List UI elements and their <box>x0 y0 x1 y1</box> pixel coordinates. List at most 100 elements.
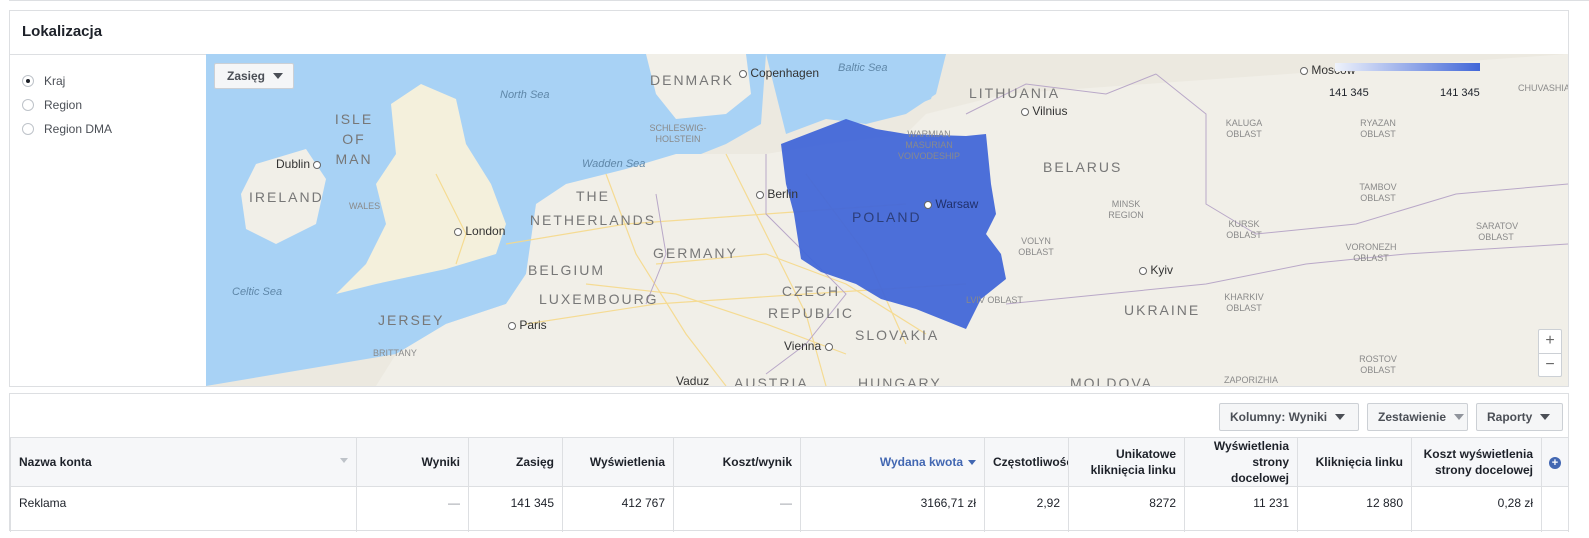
map-label-region: MINSK REGION <box>1108 199 1144 220</box>
map-label-country: IRELAND <box>249 189 324 205</box>
map-label-country: LITHUANIA <box>969 85 1061 101</box>
column-header-link-clicks[interactable]: Kliknięcia linku <box>1297 437 1412 487</box>
map-label-region: LVIV OBLAST <box>966 295 1023 305</box>
cell-unique-link-clicks: 8272 <box>1068 486 1185 532</box>
table-row[interactable]: Reklama — 141 345 412 767 — 3166,71 zł 2… <box>10 486 1569 532</box>
map-label-region: BRITTANY <box>373 348 417 358</box>
map-label-country: GERMANY <box>653 245 738 261</box>
map-label-country: UKRAINE <box>1124 302 1201 318</box>
table-header-row: Nazwa konta Wyniki Zasięg Wyświetlenia K… <box>10 437 1569 487</box>
cell-cost-per-result: — <box>673 486 801 532</box>
map-label-country: THE NETHERLANDS <box>529 188 657 228</box>
columns-dropdown-label: Kolumny: Wyniki <box>1230 410 1328 424</box>
radio-selected-icon <box>22 75 34 87</box>
radio-unselected-icon <box>22 99 34 111</box>
map-label-region: TAMBOV OBLAST <box>1359 182 1397 203</box>
map-label-city: London <box>454 224 505 238</box>
cell-landing-page-views: 11 231 <box>1184 486 1298 532</box>
map-label-country: JERSEY <box>378 312 445 328</box>
cell-empty <box>1541 486 1569 532</box>
radio-unselected-icon <box>22 123 34 135</box>
cell-reach: 141 345 <box>468 486 563 532</box>
map-label-region: ROSTOV OBLAST <box>1359 354 1397 375</box>
reports-dropdown[interactable]: Raporty <box>1476 403 1563 431</box>
map-label-region: VORONEZH OBLAST <box>1345 242 1397 263</box>
legend-min-value: 141 345 <box>1329 87 1369 99</box>
column-header-landing-page-views[interactable]: Wyświetlenia strony docelowej <box>1184 437 1298 487</box>
column-header-amount-spent[interactable]: Wydana kwota <box>800 437 985 487</box>
map-label-country: ISLE OF MAN <box>334 111 374 167</box>
breakdown-dropdown-label: Zestawienie <box>1378 410 1447 424</box>
map-label-region: WARMIAN MASURIAN VOIVODESHIP <box>897 129 960 161</box>
map-label-country: CZECH REPUBLIC <box>767 283 855 321</box>
map-label-region: SCHLESWIG-HOLSTEIN <box>649 123 707 144</box>
column-header-results[interactable]: Wyniki <box>356 437 469 487</box>
map-label-city: Paris <box>508 318 547 332</box>
radio-region[interactable]: Region <box>22 93 112 117</box>
map-label-country: POLAND <box>852 209 922 225</box>
cell-amount-spent: 3166,71 zł <box>800 486 985 532</box>
map-label-city: Vaduz <box>676 374 710 386</box>
map-label-region: ZAPORIZHIA <box>1224 375 1279 385</box>
map-label-sea: North Sea <box>500 89 550 101</box>
column-header-cost-per-landing-page-view[interactable]: Koszt wyświetlenia strony docelowej <box>1411 437 1542 487</box>
radio-label: Region <box>44 98 83 112</box>
cell-cost-per-landing-page-view: 0,28 zł <box>1411 486 1542 532</box>
columns-dropdown[interactable]: Kolumny: Wyniki <box>1219 403 1359 431</box>
map-label-region: SARATOV OBLAST <box>1476 221 1519 242</box>
map-label-country: HUNGARY <box>858 375 942 386</box>
column-header-frequency[interactable]: Częstotliwość <box>984 437 1069 487</box>
map-label-region: WALES <box>349 201 381 211</box>
map-label-region: VOLYN OBLAST <box>1018 236 1054 257</box>
column-header-impressions[interactable]: Wyświetlenia <box>562 437 674 487</box>
zoom-in-button[interactable]: + <box>1539 330 1561 354</box>
map-label-country: DENMARK <box>650 72 735 88</box>
results-table-panel: Kolumny: Wyniki Zestawienie Raporty Nazw… <box>9 393 1569 532</box>
column-header-account-name[interactable]: Nazwa konta <box>10 437 357 487</box>
location-panel: Lokalizacja Kraj Region Region DMA DENMA… <box>9 10 1569 387</box>
map-label-country: AUSTRIA <box>734 375 809 386</box>
map-label-region: CHUVASHIA <box>1518 83 1568 93</box>
map-label-country: LUXEMBOURG <box>539 291 659 307</box>
map-label-country: MOLDOVA <box>1070 375 1153 386</box>
cell-frequency: 2,92 <box>984 486 1069 532</box>
chevron-down-icon <box>1335 414 1346 420</box>
zoom-out-button[interactable]: − <box>1539 354 1561 377</box>
sort-icon <box>340 458 348 463</box>
chevron-down-icon <box>1454 414 1465 420</box>
cell-link-clicks: 12 880 <box>1297 486 1412 532</box>
legend-max-value: 141 345 <box>1440 87 1480 99</box>
column-header-cost-per-result[interactable]: Koszt/wynik <box>673 437 801 487</box>
map-label-sea: Celtic Sea <box>232 286 283 298</box>
location-type-radio-group: Kraj Region Region DMA <box>22 69 112 141</box>
cell-impressions: 412 767 <box>562 486 674 532</box>
radio-label: Region DMA <box>44 122 113 136</box>
map-label-country: BELGIUM <box>528 262 606 278</box>
chevron-down-icon <box>1540 414 1551 420</box>
radio-dma-region[interactable]: Region DMA <box>22 117 112 141</box>
breakdown-dropdown[interactable]: Zestawienie <box>1367 403 1468 431</box>
radio-label: Kraj <box>44 74 66 88</box>
map-label-country: SLOVAKIA <box>855 327 940 343</box>
map-label-region: KALUGA OBLAST <box>1225 118 1263 139</box>
metric-dropdown-label: Zasięg <box>227 69 266 83</box>
cell-results: — <box>356 486 469 532</box>
column-header-reach[interactable]: Zasięg <box>468 437 563 487</box>
column-header-unique-link-clicks[interactable]: Unikatowe kliknięcia linku <box>1068 437 1185 487</box>
map-label-city: Copenhagen <box>739 66 819 80</box>
map-label-city: Berlin <box>756 187 798 201</box>
map-label-sea: Baltic Sea <box>838 62 888 74</box>
radio-country[interactable]: Kraj <box>22 69 112 93</box>
plus-circle-icon: + <box>1549 457 1561 469</box>
metric-dropdown[interactable]: Zasięg <box>214 63 294 89</box>
map-label-city: Vienna <box>784 339 833 353</box>
top-divider <box>9 0 1589 1</box>
reach-map[interactable]: DENMARK LITHUANIA ISLE OF MAN IRELAND TH… <box>206 54 1568 386</box>
map-label-region: KURSK OBLAST <box>1226 219 1262 240</box>
reports-dropdown-label: Raporty <box>1487 410 1533 424</box>
add-column-button[interactable]: + <box>1541 437 1569 487</box>
cell-account-name: Reklama <box>10 486 357 532</box>
chevron-down-icon <box>273 73 284 79</box>
zoom-control: + − <box>1538 329 1562 377</box>
map-label-city: Dublin <box>276 157 322 171</box>
